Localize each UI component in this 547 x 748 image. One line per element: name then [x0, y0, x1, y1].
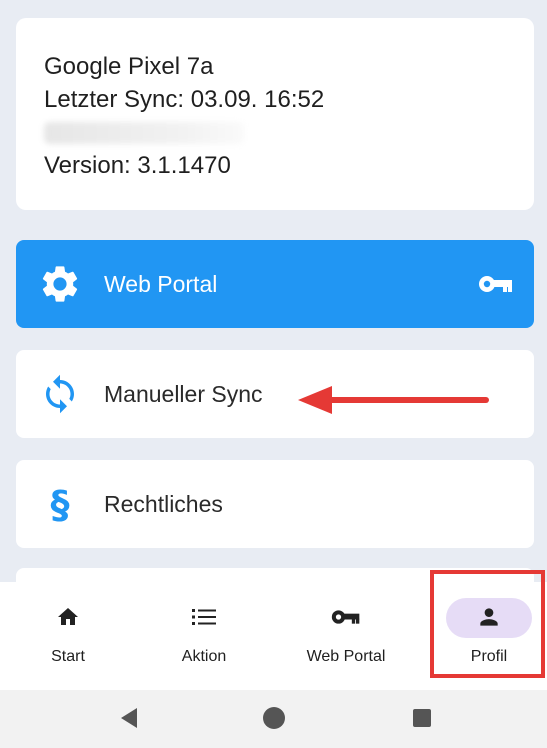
annotation-highlight-box [430, 570, 545, 678]
nav-label-web-portal: Web Portal [306, 648, 386, 665]
device-info-card: Google Pixel 7a Letzter Sync: 03.09. 16:… [16, 18, 534, 210]
system-navigation-bar [0, 690, 547, 748]
annotation-arrow [298, 386, 489, 414]
redaction-blur [44, 122, 244, 144]
nav-label-aktion: Aktion [181, 648, 227, 665]
key-icon [478, 270, 514, 298]
nav-label-start: Start [51, 648, 85, 665]
sync-icon [38, 372, 82, 416]
legal-label: Rechtliches [104, 491, 223, 517]
gear-icon [38, 262, 82, 306]
device-name: Google Pixel 7a [44, 53, 214, 80]
legal-button[interactable]: § Rechtliches [16, 460, 534, 548]
back-icon[interactable] [114, 704, 142, 732]
svg-text:§: § [51, 483, 70, 526]
version-text: Version: 3.1.1470 [44, 152, 231, 179]
nav-item-aktion[interactable]: Aktion [136, 582, 272, 690]
nav-item-web-portal[interactable]: Web Portal [278, 582, 414, 690]
web-portal-label: Web Portal [104, 271, 218, 297]
web-portal-button[interactable]: Web Portal [16, 240, 534, 328]
list-icon [189, 604, 219, 630]
home-circle-icon[interactable] [260, 704, 288, 732]
key-icon [331, 604, 361, 630]
section-sign-icon: § [38, 482, 82, 526]
home-icon [53, 604, 83, 630]
nav-item-start[interactable]: Start [0, 582, 136, 690]
last-sync-text: Letzter Sync: 03.09. 16:52 [44, 86, 325, 113]
redacted-line [44, 116, 534, 149]
manual-sync-label: Manueller Sync [104, 381, 263, 407]
recents-icon[interactable] [408, 704, 436, 732]
